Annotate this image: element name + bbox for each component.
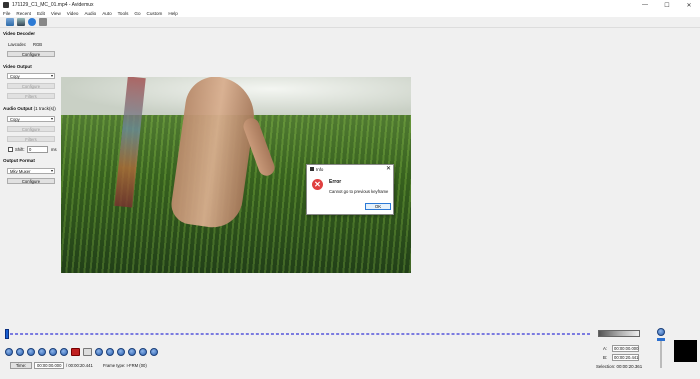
open-icon[interactable] [6,18,14,26]
audio-track-count: (1 track(s)) [33,106,56,111]
calculator-icon[interactable] [39,18,47,26]
menu-help[interactable]: Help [168,11,177,16]
set-marker-a-icon[interactable] [71,348,80,356]
timeline-track[interactable] [5,333,590,335]
dialog-heading: Error [329,179,342,185]
current-time-field[interactable]: 00:00:00.000 [34,362,64,369]
info-icon[interactable] [28,18,36,26]
volume-slider-thumb[interactable] [657,338,665,341]
timeline-cursor[interactable] [5,329,9,339]
prev-keyframe-icon[interactable] [38,348,46,356]
video-output-heading: Video Output [3,64,32,69]
menu-file[interactable]: File [3,11,10,16]
marker-b-field[interactable]: 00:00:20.441 [612,354,639,361]
minimize-button[interactable]: — [634,0,656,10]
window-title: 171129_C1_MC_01.mp4 - Avidemux [12,2,94,8]
ok-button[interactable]: OK [365,203,391,210]
audio-meter [598,330,640,337]
shift-unit: ms [51,147,57,152]
audio-codec-select[interactable]: Copy [7,116,55,122]
volume-icon[interactable] [657,328,665,336]
dialog-message: Cannot go to previous keyframe [329,189,389,194]
step-icon[interactable] [60,348,68,356]
volume-slider[interactable] [660,338,662,368]
dialog-titlebar: Info [307,165,393,173]
menu-video[interactable]: Video [67,11,79,16]
left-panel: Video Decoder Lavcodec RGB Configure Vid… [0,28,60,328]
output-format-heading: Output Format [3,158,35,163]
shift-input[interactable]: 0 [27,146,48,153]
avidemux-icon [3,2,9,8]
menu-view[interactable]: View [51,11,61,16]
lavcodec-value: RGB [33,42,43,47]
status-bar: Time: 00:00:00.000 / 00:00:20.441 Frame … [0,361,600,370]
save-icon[interactable] [17,18,25,26]
video-decoder-heading: Video Decoder [3,31,36,36]
volume-display [674,340,697,362]
title-bar: 171129_C1_MC_01.mp4 - Avidemux — ☐ ✕ [0,0,700,10]
menu-recent[interactable]: Recent [16,11,31,16]
error-icon: ✕ [312,179,323,190]
close-button[interactable]: ✕ [678,0,700,10]
menu-bar: File Recent Edit View Video Audio Auto T… [0,10,700,17]
decoder-configure-button[interactable]: Configure [7,51,55,57]
menu-edit[interactable]: Edit [37,11,45,16]
play-icon[interactable] [5,348,13,356]
audio-output-heading: Audio Output (1 track(s)) [3,106,56,111]
video-configure-button[interactable]: Configure [7,83,55,89]
audio-output-title: Audio Output [3,106,33,111]
marker-a-label: A: [603,346,608,351]
menu-custom[interactable]: Custom [147,11,163,16]
menu-audio[interactable]: Audio [84,11,96,16]
maximize-button[interactable]: ☐ [656,0,678,10]
frame-type: Frame type: I-FRM (00) [103,363,147,368]
dialog-title: Info [316,166,324,172]
menu-tools[interactable]: Tools [118,11,129,16]
selection-duration: Selection: 00:00:20.361 [596,364,643,369]
next-keyframe-icon[interactable] [49,348,57,356]
audio-configure-button[interactable]: Configure [7,126,55,132]
lavcodec-label: Lavcodec [8,42,26,47]
time-button[interactable]: Time: [10,362,32,369]
playback-controls [5,347,158,357]
menu-go[interactable]: Go [134,11,140,16]
dialog-close-icon[interactable]: ✕ [386,165,391,172]
error-dialog: Info ✕ ✕ Error Cannot go to previous key… [306,164,394,215]
next-frame-icon[interactable] [150,348,158,356]
window-controls: — ☐ ✕ [634,0,700,10]
menu-auto[interactable]: Auto [102,11,111,16]
first-frame-icon[interactable] [117,348,125,356]
toolbar [0,17,700,28]
timeline-slider[interactable] [5,328,590,340]
last-frame-icon[interactable] [128,348,136,356]
marker-b-label: B: [603,355,608,360]
set-marker-b-icon[interactable] [83,348,92,356]
prev-frame-icon[interactable] [139,348,147,356]
video-codec-select[interactable]: Copy [7,73,55,79]
rewind-icon[interactable] [16,348,24,356]
total-time: / 00:00:20.441 [66,363,93,368]
video-filters-button[interactable]: Filters [7,93,55,99]
shift-checkbox[interactable] [8,147,13,152]
fast-forward-icon[interactable] [27,348,35,356]
marker-a-field[interactable]: 00:00:00.000 [612,345,639,352]
shift-label: Shift: [15,147,25,152]
muxer-select[interactable]: Mkv Muxer [7,168,55,174]
prev-black-icon[interactable] [95,348,103,356]
next-black-icon[interactable] [106,348,114,356]
dialog-app-icon [310,167,314,171]
audio-filters-button[interactable]: Filters [7,136,55,142]
muxer-configure-button[interactable]: Configure [7,178,55,184]
